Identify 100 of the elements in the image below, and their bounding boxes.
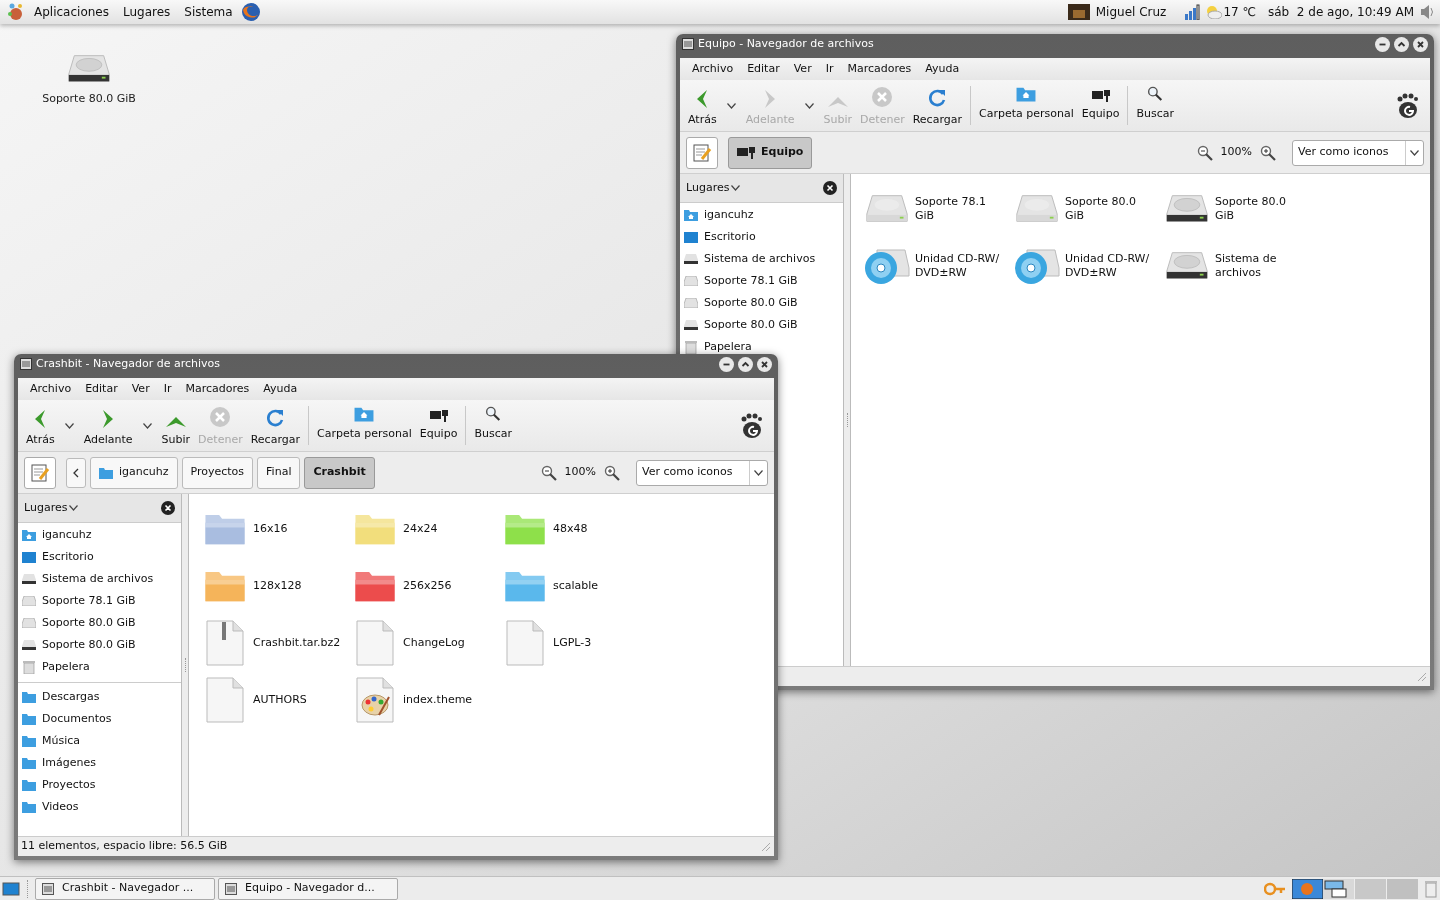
path-button[interactable]: Proyectos — [181, 456, 254, 489]
sidebar-item[interactable]: igancuhz — [18, 524, 181, 546]
path-button[interactable]: Final — [257, 456, 301, 489]
path-button[interactable]: Equipo — [728, 136, 813, 169]
panel-menu[interactable]: Sistema — [178, 3, 239, 21]
caret-icon — [726, 102, 736, 109]
volume-icon[interactable] — [1420, 4, 1434, 20]
close-sidebar-button[interactable] — [823, 181, 837, 195]
sidebar-item[interactable]: Soporte 78.1 GiB — [18, 590, 181, 612]
zoom-level: 100% — [1220, 144, 1252, 161]
menu-item[interactable]: Ver — [125, 380, 156, 398]
stop-icon — [209, 405, 232, 428]
menu-item[interactable]: Ayuda — [257, 380, 304, 398]
menu-item[interactable]: Marcadores — [179, 380, 256, 398]
file-item[interactable]: Soporte 80.0 GiB — [1163, 180, 1313, 237]
file-item[interactable]: 256x256 — [351, 557, 501, 614]
close-button[interactable] — [757, 356, 772, 372]
sidebar-item[interactable]: Soporte 80.0 GiB — [680, 314, 843, 336]
file-item[interactable]: 128x128 — [201, 557, 351, 614]
file-item[interactable]: Soporte 80.0 GiB — [1013, 180, 1163, 237]
minimize-button[interactable] — [719, 356, 734, 372]
sidebar-item[interactable]: Imágenes — [18, 752, 181, 774]
temperature-text[interactable]: 17 ℃ — [1223, 3, 1256, 21]
sidebar-item[interactable]: Proyectos — [18, 774, 181, 796]
toolbar-button[interactable]: Equipo — [415, 406, 462, 445]
path-button[interactable]: igancuhz — [90, 456, 178, 489]
minimize-button[interactable] — [1375, 36, 1390, 52]
show-desktop-icon[interactable] — [2, 880, 20, 897]
menu-item[interactable]: Ver — [787, 60, 818, 78]
panel-menu[interactable]: Lugares — [116, 3, 177, 21]
file-item[interactable]: Unidad CD-RW/DVD±RW — [863, 237, 1013, 294]
sidebar-item[interactable]: Soporte 80.0 GiB — [18, 612, 181, 634]
zoom-out-icon[interactable] — [540, 464, 557, 481]
sidebar-item[interactable]: Sistema de archivos — [680, 248, 843, 270]
menu-item[interactable]: Editar — [741, 60, 786, 78]
toolbar-button[interactable]: Carpeta personal — [974, 86, 1078, 125]
sidebar-item[interactable]: Sistema de archivos — [18, 568, 181, 590]
sidebar-item[interactable]: Escritorio — [680, 226, 843, 248]
zoom-level: 100% — [564, 464, 596, 481]
sidebar-item[interactable]: Soporte 80.0 GiB — [18, 634, 181, 656]
toolbar-button[interactable]: Adelante — [79, 400, 137, 451]
menu-item[interactable]: Archivo — [686, 60, 740, 78]
path-button[interactable]: Crashbit — [304, 456, 375, 489]
maximize-button[interactable] — [1394, 36, 1409, 52]
zoom-in-icon[interactable] — [604, 464, 620, 481]
menu-item[interactable]: Marcadores — [841, 60, 918, 78]
user-name[interactable]: Miguel Cruz — [1095, 3, 1167, 21]
sidebar-item[interactable]: Música — [18, 730, 181, 752]
file-item[interactable]: Unidad CD-RW/DVD±RW — [1013, 237, 1163, 294]
close-sidebar-button[interactable] — [161, 501, 175, 515]
toolbar-button[interactable]: Recargar — [908, 80, 966, 131]
menu-item[interactable]: Ayuda — [919, 60, 966, 78]
file-icon — [205, 676, 245, 723]
browser-launcher-icon[interactable] — [240, 2, 261, 22]
toolbar-button[interactable]: Atrás — [684, 80, 721, 131]
view-mode-dropdown[interactable]: Ver como iconos — [1292, 139, 1424, 166]
toolbar-button[interactable]: Buscar — [1132, 86, 1178, 125]
file-item[interactable]: index.theme — [351, 671, 501, 728]
sidebar-item[interactable]: Escritorio — [18, 546, 181, 568]
resize-grip-icon — [761, 841, 771, 852]
sidebar-item[interactable]: Descargas — [18, 686, 181, 708]
up-arrow-icon — [827, 95, 848, 108]
toolbar-button[interactable]: Recargar — [246, 400, 304, 451]
workspace-switcher-drawing[interactable] — [1292, 878, 1418, 899]
close-button[interactable] — [1413, 36, 1428, 52]
file-item[interactable]: ChangeLog — [351, 614, 501, 671]
sidebar-item[interactable]: Papelera — [18, 656, 181, 678]
zoom-out-icon[interactable] — [1196, 144, 1213, 161]
sidebar-item[interactable]: Soporte 80.0 GiB — [680, 292, 843, 314]
file-item[interactable]: AUTHORS — [201, 671, 351, 728]
file-item[interactable]: Crashbit.tar.bz2 — [201, 614, 351, 671]
menu-item[interactable]: Editar — [79, 380, 124, 398]
sidebar-item[interactable]: Papelera — [680, 336, 843, 358]
file-item[interactable]: Sistema de archivos — [1163, 237, 1313, 294]
toolbar-button[interactable]: Equipo — [1077, 86, 1124, 125]
zoom-in-icon[interactable] — [1260, 144, 1276, 161]
sidebar-item[interactable]: Videos — [18, 796, 181, 818]
file-item[interactable]: scalable — [501, 557, 651, 614]
file-item[interactable]: 48x48 — [501, 500, 651, 557]
toolbar-button[interactable]: Atrás — [22, 400, 59, 451]
view-mode-dropdown[interactable]: Ver como iconos — [636, 459, 768, 486]
sidebar-item[interactable]: igancuhz — [680, 204, 843, 226]
window-icon — [42, 882, 54, 895]
panel-menu[interactable]: Aplicaciones — [28, 3, 115, 21]
taskbar-button[interactable]: Crashbit - Navegador ... — [35, 877, 215, 900]
menu-item[interactable]: Ir — [819, 60, 840, 78]
menu-item[interactable]: Archivo — [24, 380, 78, 398]
maximize-button[interactable] — [738, 356, 753, 372]
file-item[interactable]: 24x24 — [351, 500, 501, 557]
menu-item[interactable]: Ir — [157, 380, 178, 398]
sidebar-item[interactable]: Documentos — [18, 708, 181, 730]
toolbar-button[interactable]: Buscar — [470, 406, 516, 445]
toolbar-button[interactable]: Subir — [157, 400, 195, 451]
clock-text[interactable]: sáb 2 de ago, 10:49 AM — [1268, 3, 1414, 21]
file-item[interactable]: 16x16 — [201, 500, 351, 557]
file-item[interactable]: Soporte 78.1 GiB — [863, 180, 1013, 237]
sidebar-item[interactable]: Soporte 78.1 GiB — [680, 270, 843, 292]
file-item[interactable]: LGPL-3 — [501, 614, 651, 671]
taskbar-button[interactable]: Equipo - Navegador d... — [218, 877, 398, 900]
toolbar-button[interactable]: Carpeta personal — [312, 406, 416, 445]
